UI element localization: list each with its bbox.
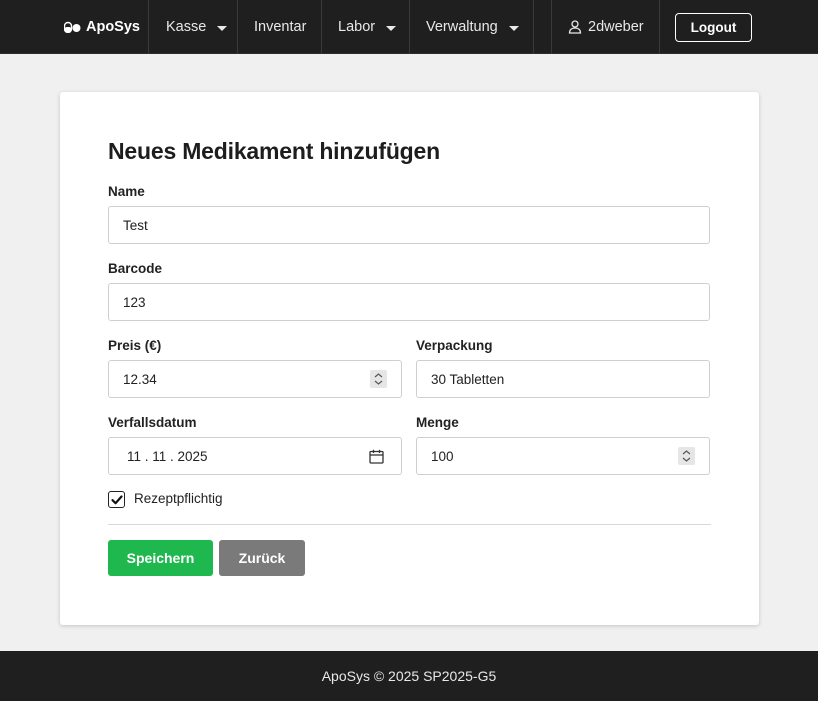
nav-item-label: Labor xyxy=(338,19,376,35)
barcode-value: 123 xyxy=(123,294,146,310)
nav-item-kasse[interactable]: Kasse xyxy=(166,0,228,54)
barcode-field[interactable]: 123 xyxy=(108,283,710,321)
divider xyxy=(108,524,711,525)
packaging-field[interactable]: 30 Tabletten xyxy=(416,360,710,398)
expiry-label: Verfallsdatum xyxy=(108,415,197,430)
price-field[interactable]: 12.34 xyxy=(108,360,402,398)
expiry-value: 11 . 11 . 2025 xyxy=(127,448,208,464)
navbar: ApoSys Kasse Inventar Labor Verwaltung 2… xyxy=(0,0,818,54)
nav-divider xyxy=(237,0,238,54)
stepper-icon[interactable] xyxy=(370,370,387,388)
name-value: Test xyxy=(123,217,148,233)
footer-text: ApoSys © 2025 SP2025-G5 xyxy=(321,668,497,684)
brand-label: ApoSys xyxy=(86,19,140,35)
prescription-label[interactable]: Rezeptpflichtig xyxy=(134,491,223,506)
nav-divider xyxy=(659,0,660,54)
user-icon xyxy=(568,20,582,34)
nav-divider xyxy=(551,0,552,54)
name-field[interactable]: Test xyxy=(108,206,710,244)
nav-item-inventar[interactable]: Inventar xyxy=(254,0,306,54)
save-button[interactable]: Speichern xyxy=(108,540,213,576)
prescription-checkbox[interactable] xyxy=(108,491,125,508)
name-label: Name xyxy=(108,184,145,199)
caret-down-icon xyxy=(508,25,519,31)
footer: ApoSys © 2025 SP2025-G5 xyxy=(0,651,818,701)
nav-divider xyxy=(321,0,322,54)
price-label: Preis (€) xyxy=(108,338,162,353)
expiry-date-field[interactable]: 11 . 11 . 2025 xyxy=(108,437,402,475)
back-button[interactable]: Zurück xyxy=(219,540,305,576)
price-value: 12.34 xyxy=(123,371,157,387)
nav-item-labor[interactable]: Labor xyxy=(338,0,397,54)
nav-divider xyxy=(409,0,410,54)
logout-button[interactable]: Logout xyxy=(675,13,752,42)
barcode-label: Barcode xyxy=(108,261,163,276)
nav-item-label: Verwaltung xyxy=(426,19,498,35)
page-title: Neues Medikament hinzufügen xyxy=(108,138,440,164)
username: 2dweber xyxy=(588,19,644,35)
quantity-field[interactable]: 100 xyxy=(416,437,710,475)
caret-down-icon xyxy=(217,25,228,31)
nav-divider xyxy=(148,0,149,54)
brand-link[interactable]: ApoSys xyxy=(63,0,140,54)
packaging-value: 30 Tabletten xyxy=(431,371,505,387)
quantity-label: Menge xyxy=(416,415,459,430)
nav-item-label: Kasse xyxy=(166,19,207,35)
user-menu[interactable]: 2dweber xyxy=(568,0,644,54)
calendar-icon[interactable] xyxy=(369,449,384,464)
checkmark-icon xyxy=(110,494,123,504)
stepper-icon[interactable] xyxy=(678,447,695,465)
nav-item-label: Inventar xyxy=(254,19,307,35)
packaging-label: Verpackung xyxy=(416,338,493,353)
nav-divider xyxy=(533,0,534,54)
quantity-value: 100 xyxy=(431,448,454,464)
nav-item-verwaltung[interactable]: Verwaltung xyxy=(426,0,519,54)
caret-down-icon xyxy=(386,25,397,31)
form-card: Neues Medikament hinzufügen Name Test Ba… xyxy=(60,92,759,625)
pills-icon xyxy=(63,21,81,34)
